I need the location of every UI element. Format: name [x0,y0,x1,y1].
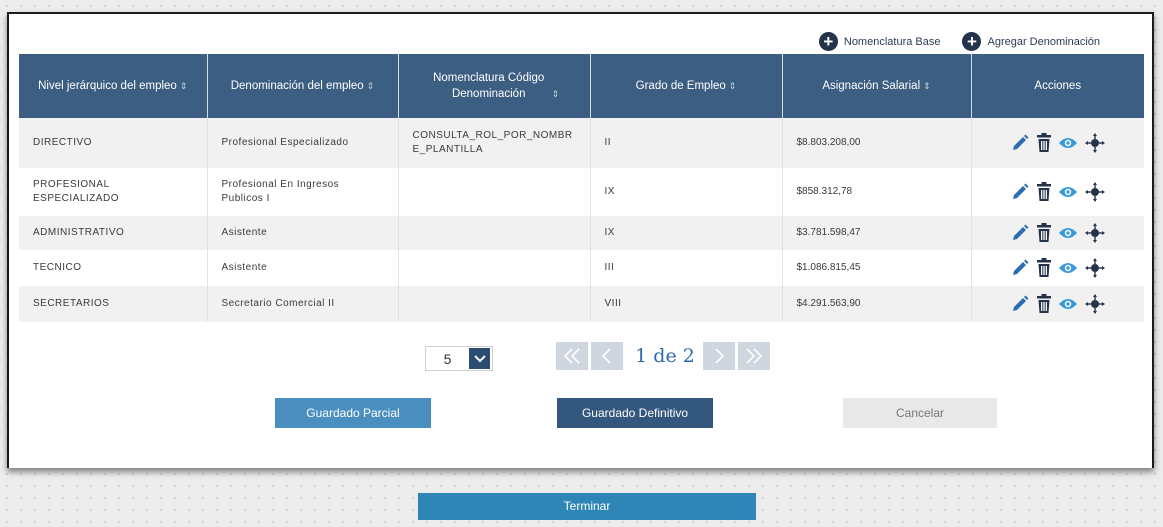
cell-acciones [971,118,1144,168]
sort-icon[interactable]: ⇕ [552,89,560,99]
pencil-icon[interactable] [1010,258,1030,278]
move-icon[interactable] [1084,257,1106,279]
eye-icon[interactable] [1058,226,1078,240]
cell-grado: III [590,250,783,286]
table-row: PROFESIONAL ESPECIALIZADO Profesional En … [19,168,1144,216]
cell-acciones [971,286,1144,322]
move-icon[interactable] [1084,293,1106,315]
top-links: + Nomenclatura Base + Agregar Denominaci… [818,32,1100,51]
employment-table: Nivel jerárquico del empleo ⇕ Denominació… [19,54,1144,322]
pagination: 5 1 de 2 [9,342,1152,372]
cell-grado: IX [590,216,783,250]
table-row: TECNICO Asistente III $1.086.815,45 [19,250,1144,286]
sort-icon[interactable]: ⇕ [180,81,188,91]
cell-grado: VIII [590,286,783,322]
cell-acciones [971,168,1144,216]
last-page-icon[interactable] [738,342,770,370]
plus-circle-icon: + [818,32,838,51]
cell-nivel: PROFESIONAL ESPECIALIZADO [19,168,208,216]
table-header-row: Nivel jerárquico del empleo ⇕ Denominació… [19,54,1144,118]
agregar-denominacion-link[interactable]: + Agregar Denominación [962,32,1100,51]
cell-grado: IX [590,168,783,216]
cell-nivel: ADMINISTRATIVO [19,216,208,250]
eye-icon[interactable] [1058,297,1078,311]
cancelar-button[interactable]: Cancelar [843,398,997,428]
cell-nivel: DIRECTIVO [19,118,208,168]
pencil-icon[interactable] [1010,182,1030,202]
cell-denominacion: Profesional Especializado [207,118,399,168]
nomenclatura-base-label: Nomenclatura Base [843,35,941,48]
first-page-icon[interactable] [556,342,588,370]
sort-icon[interactable]: ⇕ [923,81,931,91]
pencil-icon[interactable] [1010,223,1030,243]
cell-asignacion: $4.291.563,90 [782,286,972,322]
sort-icon[interactable]: ⇕ [367,81,375,91]
col-header-grado[interactable]: Grado de Empleo ⇕ [590,54,783,118]
cell-denominacion: Asistente [207,250,399,286]
cell-denominacion: Profesional En Ingresos Publicos I [207,168,399,216]
agregar-denominacion-label: Agregar Denominación [987,35,1100,48]
next-page-icon[interactable] [703,342,735,370]
cell-nivel: TECNICO [19,250,208,286]
cell-nomenclatura [398,216,591,250]
guardado-parcial-button[interactable]: Guardado Parcial [275,398,431,428]
plus-circle-icon: + [962,32,982,51]
eye-icon[interactable] [1058,136,1078,150]
pencil-icon[interactable] [1010,294,1030,314]
table-row: ADMINISTRATIVO Asistente IX $3.781.598,47 [19,216,1144,250]
trash-icon[interactable] [1036,294,1052,314]
cell-asignacion: $3.781.598,47 [782,216,972,250]
chevron-down-icon[interactable] [469,348,490,369]
prev-page-icon[interactable] [591,342,623,370]
table-row: DIRECTIVO Profesional Especializado CONSUL… [19,118,1144,168]
cell-nomenclatura [398,250,591,286]
terminar-button[interactable]: Terminar [418,493,756,520]
cell-asignacion: $858.312,78 [782,168,972,216]
col-header-nivel[interactable]: Nivel jerárquico del empleo ⇕ [19,54,208,118]
cell-nomenclatura [398,286,591,322]
move-icon[interactable] [1084,181,1106,203]
table-row: SECRETARIOS Secretario Comercial II VIII $4… [19,286,1144,322]
cell-nomenclatura: CONSULTA_ROL_POR_NOMBRE_PLANTILLA [398,118,591,168]
page-info: 1 de 2 [635,345,695,367]
trash-icon[interactable] [1036,133,1052,153]
main-panel: + Nomenclatura Base + Agregar Denominaci… [7,12,1154,468]
page-size-select[interactable]: 5 [425,346,493,371]
cell-asignacion: $8.803.208,00 [782,118,972,168]
cell-grado: II [590,118,783,168]
move-icon[interactable] [1084,132,1106,154]
eye-icon[interactable] [1058,185,1078,199]
col-header-nomenclatura[interactable]: Nomenclatura Código Denominación ⇕ [398,54,591,118]
cell-nomenclatura [398,168,591,216]
col-header-asignacion[interactable]: Asignación Salarial ⇕ [782,54,972,118]
trash-icon[interactable] [1036,258,1052,278]
table-body: DIRECTIVO Profesional Especializado CONSUL… [19,118,1144,322]
trash-icon[interactable] [1036,182,1052,202]
guardado-definitivo-button[interactable]: Guardado Definitivo [557,398,713,428]
eye-icon[interactable] [1058,261,1078,275]
cell-asignacion: $1.086.815,45 [782,250,972,286]
trash-icon[interactable] [1036,223,1052,243]
cell-denominacion: Asistente [207,216,399,250]
col-header-denominacion[interactable]: Denominación del empleo ⇕ [207,54,399,118]
cell-nivel: SECRETARIOS [19,286,208,322]
sort-icon[interactable]: ⇕ [729,81,737,91]
pencil-icon[interactable] [1010,133,1030,153]
col-header-acciones: Acciones [971,54,1144,118]
page-size-value: 5 [443,350,452,367]
nomenclatura-base-link[interactable]: + Nomenclatura Base [818,32,941,51]
move-icon[interactable] [1084,222,1106,244]
cell-acciones [971,250,1144,286]
cell-acciones [971,216,1144,250]
cell-denominacion: Secretario Comercial II [207,286,399,322]
